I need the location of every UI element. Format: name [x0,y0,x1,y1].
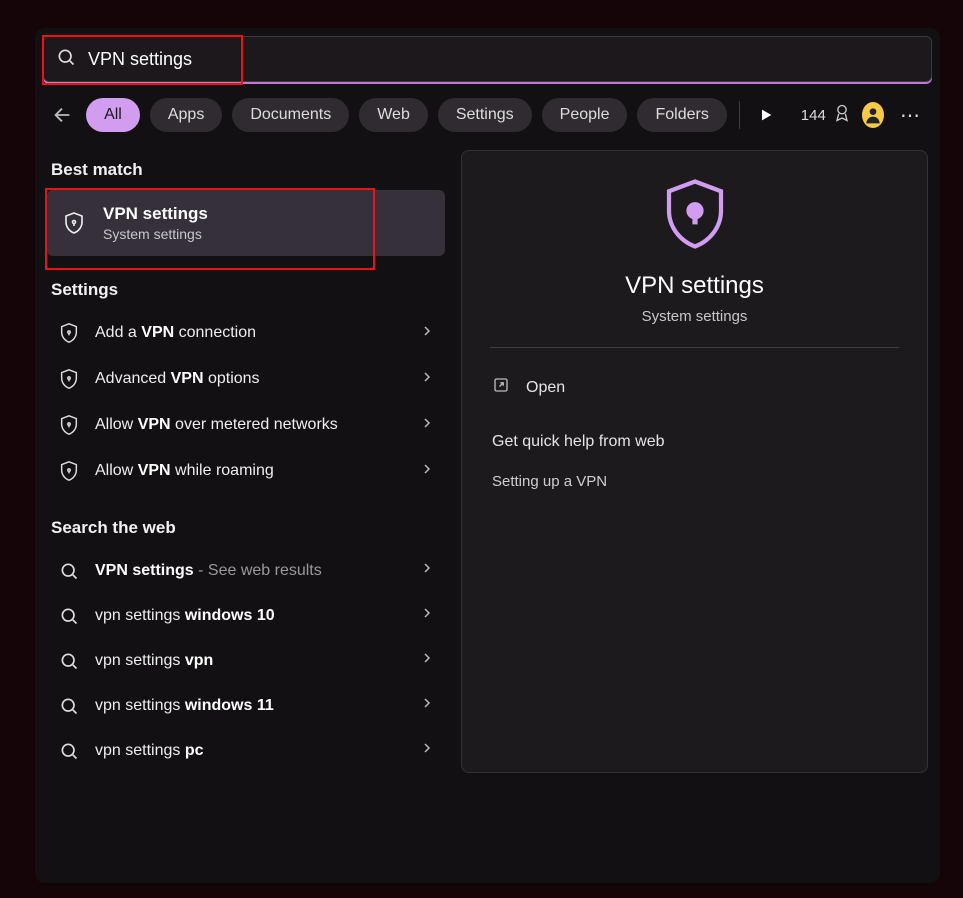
search-web-heading: Search the web [51,518,445,538]
filter-pill-all[interactable]: All [86,98,140,132]
best-match-title: VPN settings [103,204,208,224]
shield-lock-icon [57,414,81,436]
chevron-right-icon [419,461,435,482]
web-result[interactable]: vpn settings vpn [47,638,445,683]
settings-heading: Settings [51,280,445,300]
preview-subtitle: System settings [642,308,748,325]
preview-title: VPN settings [625,272,764,300]
quick-help-link[interactable]: Setting up a VPN [492,473,899,490]
more-options-button[interactable]: ⋯ [894,99,928,132]
open-action[interactable]: Open [492,370,899,405]
search-bar[interactable] [43,36,932,82]
result-label: vpn settings pc [95,742,405,760]
search-input[interactable] [76,49,931,70]
best-match-result[interactable]: VPN settings System settings [47,190,445,256]
rewards-badge-icon [832,103,852,127]
settings-result[interactable]: Allow VPN over metered networks [47,402,445,448]
settings-result[interactable]: Advanced VPN options [47,356,445,402]
search-icon [57,696,81,716]
chevron-right-icon [419,415,435,436]
web-result[interactable]: VPN settings - See web results [47,548,445,593]
result-label: Allow VPN while roaming [95,462,405,480]
shield-lock-icon [61,211,87,235]
result-label: vpn settings windows 11 [95,697,405,715]
search-icon [57,561,81,581]
results-column: Best match VPN settings System settings … [47,150,445,773]
settings-result[interactable]: Allow VPN while roaming [47,448,445,494]
shield-lock-icon [57,368,81,390]
web-result[interactable]: vpn settings pc [47,728,445,773]
chevron-right-icon [419,369,435,390]
search-icon [57,606,81,626]
chevron-right-icon [419,605,435,626]
best-match-heading: Best match [51,160,445,180]
annotation-highlight-best-match [45,188,375,270]
quick-help-heading: Get quick help from web [492,433,899,451]
filter-pill-documents[interactable]: Documents [232,98,349,132]
back-button[interactable] [47,98,76,132]
chevron-right-icon [419,695,435,716]
preview-pane: VPN settings System settings Open Get qu… [461,150,928,773]
web-result[interactable]: vpn settings windows 11 [47,683,445,728]
settings-result[interactable]: Add a VPN connection [47,310,445,356]
search-panel: All Apps Documents Web Settings People F… [35,28,940,883]
rewards-indicator[interactable]: 144 [801,103,852,127]
filter-pill-settings[interactable]: Settings [438,98,532,132]
filter-pill-web[interactable]: Web [359,98,428,132]
chevron-right-icon [419,560,435,581]
rewards-points: 144 [801,107,826,124]
filter-divider [739,101,740,129]
chevron-right-icon [419,650,435,671]
result-label: vpn settings vpn [95,652,405,670]
result-label: vpn settings windows 10 [95,607,405,625]
result-label: Allow VPN over metered networks [95,416,405,434]
result-label: Advanced VPN options [95,370,405,388]
chevron-right-icon [419,323,435,344]
web-result[interactable]: vpn settings windows 10 [47,593,445,638]
best-match-subtitle: System settings [103,226,208,242]
result-label: VPN settings - See web results [95,562,405,580]
shield-lock-icon [57,322,81,344]
filter-pill-people[interactable]: People [542,98,628,132]
open-icon [492,376,510,399]
result-label: Add a VPN connection [95,324,405,342]
filter-pill-apps[interactable]: Apps [150,98,222,132]
preview-shield-lock-icon [656,175,734,258]
search-icon [57,651,81,671]
user-avatar[interactable] [862,102,884,128]
filter-pill-folders[interactable]: Folders [637,98,726,132]
search-icon [57,741,81,761]
spotlight-play-button[interactable] [752,98,781,132]
chevron-right-icon [419,740,435,761]
filter-row: All Apps Documents Web Settings People F… [35,82,940,142]
shield-lock-icon [57,460,81,482]
open-label: Open [526,379,565,397]
search-icon [56,47,76,72]
